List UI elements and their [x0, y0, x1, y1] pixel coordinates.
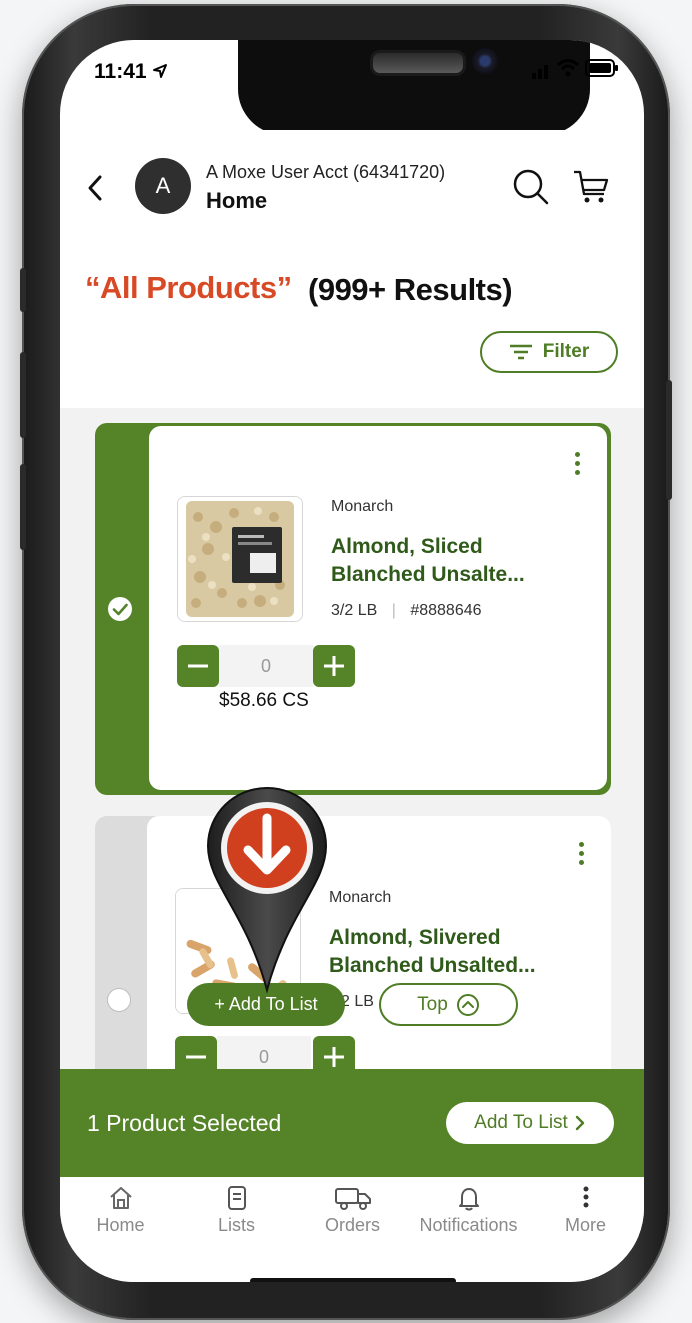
home-icon — [109, 1187, 132, 1209]
top-label: Top — [417, 993, 448, 1015]
product-menu-button[interactable] — [579, 842, 584, 869]
add-to-list-label: Add To List — [474, 1112, 568, 1133]
volume-up-button — [20, 352, 26, 438]
mute-switch — [20, 268, 26, 312]
tab-label: Orders — [324, 1215, 380, 1235]
product-item-number: #8888646 — [410, 602, 482, 619]
select-checkbox-checked[interactable] — [108, 597, 132, 621]
download-pin-marker — [206, 784, 328, 999]
tab-more[interactable]: More — [527, 1185, 644, 1236]
tab-label: Lists — [217, 1215, 255, 1235]
chevron-left-icon — [88, 175, 102, 201]
tab-label: Home — [96, 1215, 145, 1235]
bottom-tab-bar: Home Lists Orders Notifications More — [60, 1177, 644, 1282]
product-price: $58.66 CS — [219, 690, 309, 711]
quantity-input[interactable]: 0 — [219, 645, 313, 687]
product-card-body: Monarch Almond, Sliced Blanched Unsalte.… — [149, 426, 607, 790]
checkmark-icon — [112, 603, 128, 616]
search-icon — [513, 169, 549, 205]
account-name[interactable]: A Moxe User Acct (64341720) — [206, 162, 445, 183]
front-camera — [472, 48, 498, 74]
product-brand: Monarch — [331, 498, 394, 515]
filter-label: Filter — [542, 341, 590, 362]
decrement-button[interactable] — [177, 645, 219, 687]
wifi-icon — [556, 58, 580, 83]
minus-icon — [188, 664, 208, 668]
status-time: 11:41 — [94, 60, 168, 84]
selection-count: 1 Product Selected — [87, 1110, 282, 1136]
speaker — [370, 50, 466, 76]
search-query-label: “All Products” — [85, 270, 292, 305]
signal-icon — [532, 60, 554, 80]
product-name[interactable]: Almond, Sliced Blanched Unsalte... — [331, 533, 561, 589]
cart-icon — [574, 170, 609, 203]
product-meta: 3/2 LB | #8888646 — [331, 602, 482, 620]
app-header: A A Moxe User Acct (64341720) Home — [60, 130, 644, 235]
product-pack-size: 2 LB — [341, 993, 374, 1010]
home-indicator[interactable] — [250, 1278, 456, 1282]
more-icon — [583, 1186, 588, 1208]
tab-lists[interactable]: Lists — [178, 1185, 295, 1236]
product-image[interactable] — [177, 496, 303, 622]
selection-bar: 1 Product Selected Add To List — [60, 1069, 644, 1177]
search-button[interactable] — [512, 168, 550, 211]
phone-screen: 11:41 A A Moxe User Acct (64341720) Home… — [60, 40, 644, 1282]
meta-separator: | — [391, 602, 396, 619]
results-header: “All Products” (999+ Results) Filter — [60, 234, 644, 409]
power-button — [666, 380, 672, 500]
tab-home[interactable]: Home — [62, 1185, 179, 1236]
filter-button[interactable]: Filter — [480, 331, 618, 373]
tab-label: Notifications — [419, 1215, 518, 1235]
product-name[interactable]: Almond, Slivered Blanched Unsalted... — [329, 924, 569, 980]
account-location[interactable]: Home — [206, 188, 267, 214]
filter-icon — [509, 344, 532, 360]
select-checkbox-unchecked[interactable] — [107, 988, 131, 1012]
notch — [238, 40, 590, 135]
chevron-up-circle-icon — [456, 993, 479, 1016]
sliced-almond-bag-image — [178, 497, 302, 621]
bell-icon — [458, 1188, 479, 1211]
battery-icon — [585, 59, 619, 82]
product-brand: Monarch — [329, 889, 392, 906]
pin-arrow-icon — [206, 786, 328, 994]
truck-icon — [334, 1188, 371, 1210]
result-count: (999+ Results) — [308, 272, 513, 307]
tab-label: More — [564, 1215, 606, 1235]
product-menu-button[interactable] — [575, 452, 580, 479]
tab-notifications[interactable]: Notifications — [410, 1185, 527, 1236]
tab-orders[interactable]: Orders — [294, 1185, 411, 1236]
increment-button[interactable] — [313, 645, 355, 687]
volume-down-button — [20, 464, 26, 550]
cart-button[interactable] — [572, 168, 610, 211]
plus-icon — [324, 656, 344, 676]
product-pack-size: 3/2 LB — [331, 602, 378, 619]
location-arrow-icon — [153, 64, 168, 78]
chevron-right-icon — [575, 1115, 585, 1131]
product-card[interactable]: Monarch Almond, Sliced Blanched Unsalte.… — [95, 423, 611, 795]
scroll-to-top-button[interactable]: Top — [379, 983, 518, 1026]
avatar[interactable]: A — [135, 158, 191, 214]
list-icon — [227, 1186, 246, 1210]
back-button[interactable] — [86, 174, 104, 207]
add-to-list-button[interactable]: Add To List — [446, 1102, 614, 1144]
